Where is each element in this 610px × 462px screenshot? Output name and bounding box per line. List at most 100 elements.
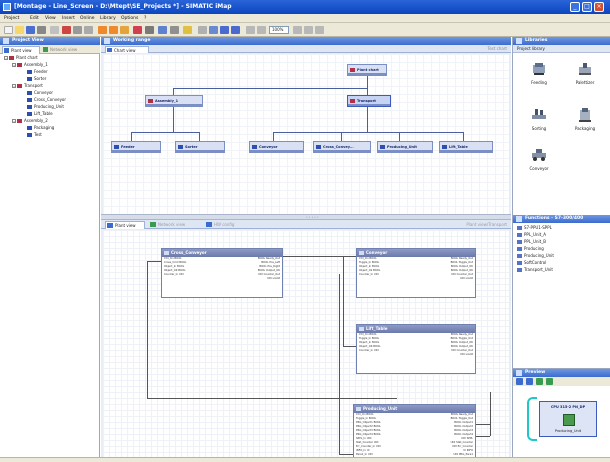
fb-io-row[interactable]: UDI uiAdd <box>357 353 475 357</box>
function-item[interactable]: SoftControl <box>517 260 546 266</box>
hardware-icon <box>206 222 212 227</box>
node-transport[interactable]: Transport <box>347 95 391 107</box>
link-icon[interactable] <box>158 26 167 34</box>
green-square-icon[interactable] <box>536 378 543 385</box>
fb-producing-unit[interactable]: Producing_Unit Ctrl_On BOOL BOOL Ready_Ou… <box>353 404 476 462</box>
node-assembly-1[interactable]: Assembly_1 <box>145 95 203 107</box>
connector <box>173 88 368 89</box>
cut-icon[interactable] <box>62 26 71 34</box>
splitter-grip[interactable]: • • • • • <box>306 216 326 219</box>
zoom-field[interactable]: 100% <box>269 26 289 34</box>
network-icon[interactable] <box>546 378 553 385</box>
node-plant-chart[interactable]: Plant chart <box>347 64 387 76</box>
node-cross-conveyor[interactable]: Cross_Convey... <box>313 141 371 153</box>
collapse-icon[interactable]: − <box>12 119 16 123</box>
properties-icon[interactable] <box>170 26 179 34</box>
node-lift-table[interactable]: Lift_Table <box>439 141 493 153</box>
upload-icon[interactable] <box>120 26 129 34</box>
save-icon[interactable] <box>26 26 35 34</box>
function-item[interactable]: S7-PPU1-SPPL <box>517 225 552 231</box>
library-item-feeding[interactable]: Feeding <box>519 61 559 91</box>
working-range-icon <box>104 38 110 44</box>
pointer-icon[interactable] <box>526 378 533 385</box>
tab-lower-network-view[interactable]: Network view <box>149 221 201 229</box>
menu-insert[interactable]: Insert <box>62 16 75 21</box>
tree-item-label: Test <box>34 132 42 137</box>
zoom-page-icon[interactable] <box>315 26 324 34</box>
close-button[interactable]: × <box>594 2 604 12</box>
fb-cross-conveyor[interactable]: Cross_Conveyor Ctrl_On BOOL BOOL Ready_Ou… <box>161 248 283 298</box>
function-item[interactable]: Producing_Unit <box>517 253 554 259</box>
function-item[interactable]: Transport_Unit <box>517 267 553 273</box>
maximize-button[interactable]: □ <box>582 2 592 12</box>
open-icon[interactable] <box>15 26 24 34</box>
tab-lower-plant-view[interactable]: Plant view <box>105 221 145 229</box>
print-preview-icon[interactable] <box>50 26 59 34</box>
plant-view-tabs: Plant view Network view HW config Plant … <box>101 220 511 229</box>
arrange-icon[interactable] <box>231 26 240 34</box>
zoom-fit-icon[interactable] <box>293 26 302 34</box>
window-titlebar: [Montage - Line_Screen - D:\Mtept\SE_Pro… <box>0 0 610 14</box>
function-item[interactable]: PPL_Unit_A <box>517 232 546 238</box>
compile-icon[interactable] <box>98 26 107 34</box>
fb-conveyor[interactable]: Conveyor Ctrl_On BOOL BOOL Ready_Out Togg… <box>356 248 476 298</box>
library-item-conveyor[interactable]: Conveyor <box>519 147 559 177</box>
node-feeder[interactable]: Feeder <box>111 141 161 153</box>
download-icon[interactable] <box>109 26 118 34</box>
grid-icon[interactable] <box>198 26 207 34</box>
tab-plant-view[interactable]: Plant view <box>2 46 40 54</box>
node-bar <box>440 150 492 152</box>
connector <box>173 88 174 95</box>
zoom-window-icon[interactable] <box>304 26 313 34</box>
fb-io-row[interactable]: UDI uiAdd <box>357 277 475 281</box>
disconnect-icon[interactable] <box>220 26 229 34</box>
wire <box>339 454 353 455</box>
function-block-icon <box>164 251 169 255</box>
tab-lower-hw-config[interactable]: HW config <box>205 221 253 229</box>
library-item-packaging[interactable]: Packaging <box>565 107 605 137</box>
paste-icon[interactable] <box>84 26 93 34</box>
menu-online[interactable]: Online <box>80 16 95 21</box>
copy-icon[interactable] <box>73 26 82 34</box>
project-library-header[interactable]: Project library <box>513 45 610 53</box>
fb-io-row[interactable]: UDI uiAdd <box>162 277 282 281</box>
fb-lift-table[interactable]: Lift_Table Ctrl_On BOOL BOOL Ready_Out To… <box>356 324 476 374</box>
functions-title-text: Functions - S7-300/400 <box>525 216 584 221</box>
function-item[interactable]: Producing <box>517 246 544 252</box>
tab-chart-view[interactable]: Chart view <box>105 46 149 53</box>
monitor-icon[interactable] <box>145 26 154 34</box>
node-sorter[interactable]: Sorter <box>175 141 225 153</box>
library-item-palettizer[interactable]: Palettizer <box>565 61 605 91</box>
new-icon[interactable] <box>4 26 13 34</box>
network-view-icon <box>43 47 48 52</box>
menu-edit[interactable]: Edit <box>30 16 39 21</box>
connect-icon[interactable] <box>209 26 218 34</box>
node-bar <box>314 150 370 152</box>
collapse-icon[interactable]: − <box>12 84 16 88</box>
preview-device-card[interactable]: CPU 315-2 PN_DP Producing_Unit <box>539 401 597 437</box>
function-block-icon <box>359 327 364 331</box>
menu-library[interactable]: Library <box>100 16 116 21</box>
collapse-icon[interactable]: − <box>12 63 16 67</box>
stop-icon[interactable] <box>133 26 142 34</box>
node-conveyor[interactable]: Conveyor <box>249 141 304 153</box>
function-item[interactable]: PPL_Unit_B <box>517 239 546 245</box>
menu-options[interactable]: Options <box>121 16 138 21</box>
chart-canvas[interactable]: Plant chart Assembly_1 Transport Feeder … <box>103 54 509 214</box>
app-icon <box>3 3 11 11</box>
menu-view[interactable]: View <box>45 16 56 21</box>
help-icon[interactable] <box>183 26 192 34</box>
thumbs-up-icon[interactable] <box>516 378 523 385</box>
print-icon[interactable] <box>37 26 46 34</box>
collapse-icon[interactable]: − <box>4 56 8 60</box>
menu-help[interactable]: ? <box>144 16 146 21</box>
conveyor-icon <box>532 149 546 161</box>
minimize-button[interactable]: _ <box>570 2 580 12</box>
plant-view-canvas[interactable]: Cross_Conveyor Ctrl_On BOOL BOOL Ready_Ou… <box>103 230 509 462</box>
zoom-out-icon[interactable] <box>257 26 266 34</box>
node-producing-unit[interactable]: Producing_Unit <box>377 141 433 153</box>
library-item-sorting[interactable]: Sorting <box>519 107 559 137</box>
menu-project[interactable]: Project <box>4 16 19 21</box>
tab-network-view[interactable]: Network view <box>42 46 88 54</box>
zoom-in-icon[interactable] <box>246 26 255 34</box>
